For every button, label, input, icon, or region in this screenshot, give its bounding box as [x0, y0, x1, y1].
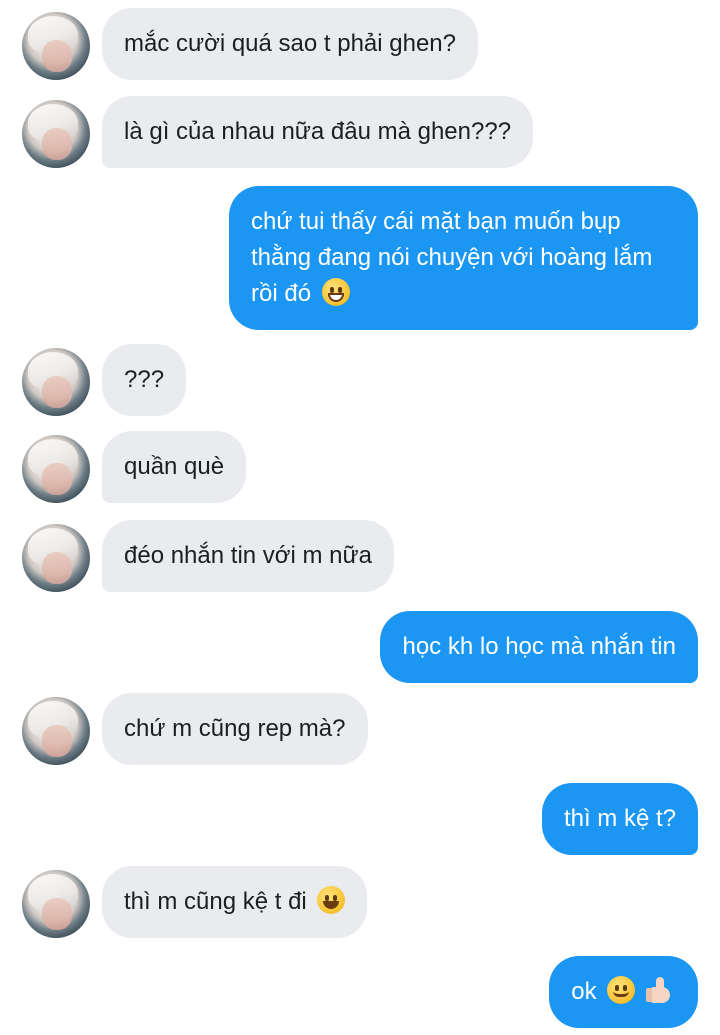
message-text: mắc cười quá sao t phải ghen? — [124, 30, 457, 57]
chat-thread: mắc cười quá sao t phải ghen? là gì của … — [0, 0, 720, 1035]
message-text: quần què — [124, 453, 225, 480]
message-text: là gì của nhau nữa đâu mà ghen??? — [124, 118, 512, 145]
grinning-face-emoji-icon — [321, 278, 350, 306]
message-row: đéo nhắn tin với m nữa — [0, 520, 720, 592]
avatar[interactable] — [22, 348, 90, 416]
grinning-face-emoji-icon — [317, 886, 346, 914]
thumbs-up-emoji-icon — [646, 975, 676, 1005]
incoming-message[interactable]: chứ m cũng rep mà? — [102, 693, 368, 765]
message-text: chứ m cũng rep mà? — [124, 715, 346, 742]
avatar[interactable] — [22, 870, 90, 938]
message-row: ??? — [0, 344, 720, 416]
message-row: mắc cười quá sao t phải ghen? — [0, 8, 720, 80]
message-row: học kh lo học mà nhắn tin — [0, 611, 720, 683]
message-text: đéo nhắn tin với m nữa — [124, 542, 372, 569]
message-row: quần què — [0, 431, 720, 503]
outgoing-message[interactable]: học kh lo học mà nhắn tin — [380, 611, 698, 683]
avatar[interactable] — [22, 697, 90, 765]
incoming-message[interactable]: ??? — [102, 344, 187, 416]
message-text: ??? — [124, 366, 165, 393]
incoming-message[interactable]: mắc cười quá sao t phải ghen? — [102, 8, 479, 80]
message-text: chứ tui thấy cái mặt bạn muốn bụp thằng … — [251, 208, 653, 307]
avatar[interactable] — [22, 12, 90, 80]
message-row: thì m cũng kệ t đi — [0, 866, 720, 938]
incoming-message[interactable]: đéo nhắn tin với m nữa — [102, 520, 394, 592]
outgoing-message[interactable]: ok — [549, 956, 698, 1028]
incoming-message[interactable]: thì m cũng kệ t đi — [102, 866, 368, 938]
avatar[interactable] — [22, 100, 90, 168]
smiling-face-emoji-icon — [607, 976, 636, 1004]
message-row: thì m kệ t? — [0, 783, 720, 855]
message-text: ok — [571, 978, 597, 1005]
message-text: học kh lo học mà nhắn tin — [402, 633, 676, 660]
message-row: ok — [0, 956, 720, 1028]
message-row: chứ tui thấy cái mặt bạn muốn bụp thằng … — [0, 186, 720, 334]
message-text: thì m kệ t? — [563, 805, 676, 832]
message-row: là gì của nhau nữa đâu mà ghen??? — [0, 96, 720, 168]
message-row: chứ m cũng rep mà? — [0, 693, 720, 765]
incoming-message[interactable]: là gì của nhau nữa đâu mà ghen??? — [102, 96, 534, 168]
avatar[interactable] — [22, 435, 90, 503]
message-text: thì m cũng kệ t đi — [124, 888, 307, 915]
outgoing-message[interactable]: thì m kệ t? — [541, 783, 698, 855]
outgoing-message[interactable]: chứ tui thấy cái mặt bạn muốn bụp thằng … — [229, 186, 698, 330]
incoming-message[interactable]: quần què — [102, 431, 247, 503]
avatar[interactable] — [22, 524, 90, 592]
